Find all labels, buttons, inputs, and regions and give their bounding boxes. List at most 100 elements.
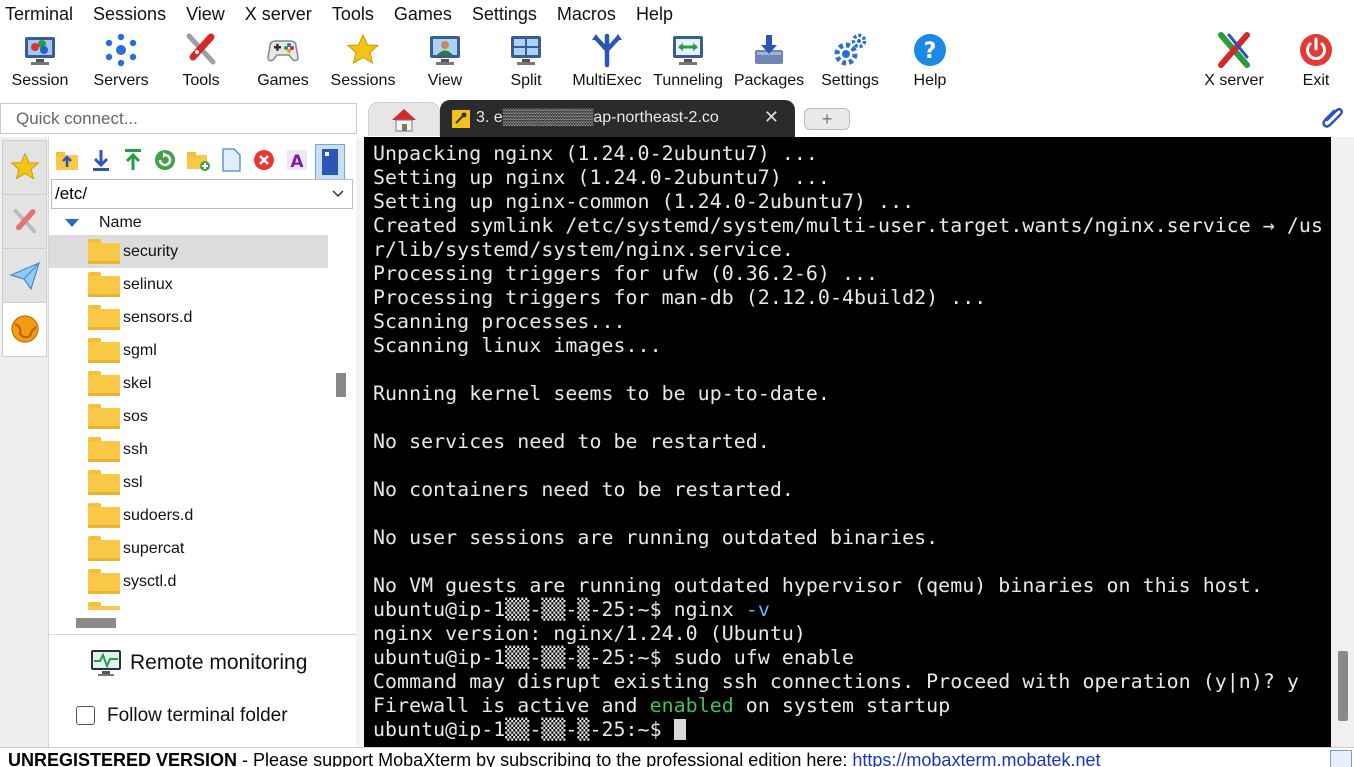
list-item[interactable]: ssl	[49, 466, 328, 499]
help-button[interactable]: ? Help	[890, 30, 970, 94]
download-icon[interactable]	[89, 148, 113, 174]
name-column-label: Name	[99, 214, 142, 231]
command-flag: -v	[745, 598, 770, 621]
sessions-button[interactable]: Sessions	[323, 30, 403, 94]
menu-tools[interactable]: Tools	[327, 0, 379, 28]
close-tab-icon[interactable]: ✕	[764, 107, 779, 128]
terminal-line: Running kernel seems to be up-to-date.	[373, 382, 830, 405]
sort-arrow-icon	[65, 219, 79, 227]
session-button[interactable]: Session	[0, 30, 80, 94]
menu-macros[interactable]: Macros	[552, 0, 621, 28]
tab-session-3[interactable]: 3. e▒▒▒▒▒▒▒▒ap-northeast-2.co ✕	[440, 100, 795, 137]
folder-icon	[88, 536, 120, 561]
session-icon	[22, 32, 58, 68]
list-item[interactable]: ssh	[49, 433, 328, 466]
path-dropdown[interactable]: /etc/	[51, 179, 353, 209]
star-icon	[9, 151, 41, 188]
terminal-scrollbar[interactable]	[1331, 137, 1354, 747]
settings-label: Settings	[821, 72, 879, 89]
menu-help[interactable]: Help	[631, 0, 678, 28]
folder-icon	[88, 371, 120, 396]
delete-icon[interactable]	[252, 148, 276, 174]
folder-icon	[88, 437, 120, 462]
multiexec-button[interactable]: MultiExec	[567, 30, 647, 94]
terminal-scrollbar-thumb[interactable]	[1338, 651, 1348, 721]
sidebar-tab-sftp[interactable]	[2, 302, 47, 357]
list-item[interactable]: skel	[49, 367, 328, 400]
sidebar-tab-macros[interactable]	[2, 248, 47, 303]
sidebar-tab-strip	[0, 137, 49, 747]
refresh-icon[interactable]	[153, 148, 177, 174]
folder-icon	[88, 272, 120, 297]
exit-button[interactable]: Exit	[1276, 30, 1354, 94]
list-item[interactable]: sgml	[49, 334, 328, 367]
servers-label: Servers	[93, 72, 149, 89]
panel-splitter[interactable]	[356, 137, 364, 747]
new-tab-button[interactable]: +	[804, 108, 850, 130]
file-list: security selinux sensors.d sgml skel sos…	[49, 235, 329, 610]
terminal-line: Processing triggers for ufw (0.36.2-6) .…	[373, 262, 879, 285]
menu-sessions[interactable]: Sessions	[88, 0, 171, 28]
name-column-header[interactable]: Name	[49, 210, 329, 236]
ssh-key-icon	[452, 110, 470, 128]
terminal-line: Unpacking nginx (1.24.0-2ubuntu7) ...	[373, 142, 818, 165]
menu-view[interactable]: View	[181, 0, 230, 28]
tools-button[interactable]: Tools	[161, 30, 241, 94]
tools-icon	[11, 207, 39, 242]
list-item[interactable]: supercat	[49, 532, 328, 565]
list-item[interactable]: sos	[49, 400, 328, 433]
home-tab[interactable]	[368, 102, 440, 136]
mobaxterm-link[interactable]: https://mobaxterm.mobatek.net	[852, 750, 1100, 767]
terminal-line: r/lib/systemd/system/nginx.service.	[373, 238, 794, 261]
list-item[interactable]: selinux	[49, 268, 328, 301]
divider	[49, 634, 356, 635]
tunneling-button[interactable]: Tunneling	[648, 30, 728, 94]
menu-games[interactable]: Games	[389, 0, 457, 28]
folder-icon	[88, 305, 120, 330]
unregistered-label: UNREGISTERED VERSION	[8, 750, 238, 767]
svg-text:?: ?	[924, 39, 937, 64]
list-item[interactable]: sensors.d	[49, 301, 328, 334]
rename-icon[interactable]: A	[285, 148, 309, 174]
menu-x-server[interactable]: X server	[240, 0, 317, 28]
remote-monitoring-label: Remote monitoring	[130, 651, 308, 674]
terminal-line: Scanning linux images...	[373, 334, 662, 357]
list-item[interactable]	[49, 598, 328, 610]
split-button[interactable]: Split	[486, 30, 566, 94]
toggle-hidden-files-icon[interactable]	[315, 144, 345, 180]
paperclip-icon[interactable]	[1320, 104, 1346, 130]
new-file-icon[interactable]	[220, 148, 244, 174]
new-folder-icon[interactable]	[186, 148, 210, 174]
menu-settings[interactable]: Settings	[467, 0, 542, 28]
terminal-cursor	[673, 719, 686, 740]
terminal[interactable]: Unpacking nginx (1.24.0-2ubuntu7) ... Se…	[364, 137, 1331, 747]
x-server-icon	[1216, 32, 1252, 68]
x-server-button[interactable]: X server	[1194, 30, 1274, 94]
tools-label: Tools	[182, 72, 220, 89]
terminal-line: Setting up nginx (1.24.0-2ubuntu7) ...	[373, 166, 830, 189]
quick-connect-input[interactable]	[1, 104, 356, 133]
menu-bar: Terminal Sessions View X server Tools Ga…	[0, 0, 1354, 28]
games-button[interactable]: Games	[243, 30, 323, 94]
upload-icon[interactable]	[121, 148, 145, 174]
file-list-horizontal-scrollbar[interactable]	[76, 618, 116, 628]
list-item[interactable]: sysctl.d	[49, 565, 328, 598]
status-text: - Please support MobaXterm by subscribin…	[237, 750, 853, 767]
checkbox[interactable]	[76, 706, 95, 725]
terminal-line: Firewall is active and enabled on system…	[373, 694, 950, 718]
list-item[interactable]: security	[49, 235, 328, 268]
terminal-prompt-line: ubuntu@ip-1▒▒-▒▒-▒-25:~$ nginx -v	[373, 598, 770, 622]
list-item[interactable]: sudoers.d	[49, 499, 328, 532]
parent-folder-icon[interactable]	[55, 148, 79, 174]
view-button[interactable]: View	[405, 30, 485, 94]
sidebar-tab-sessions[interactable]	[2, 140, 47, 195]
menu-terminal[interactable]: Terminal	[0, 0, 78, 28]
svg-text:A: A	[290, 152, 304, 172]
file-browser-toolbar: A	[49, 142, 356, 180]
sidebar-tab-tools[interactable]	[2, 194, 47, 249]
file-list-scrollbar[interactable]	[336, 373, 346, 397]
folder-icon	[88, 470, 120, 495]
packages-button[interactable]: Packages	[729, 30, 809, 94]
servers-button[interactable]: Servers	[81, 30, 161, 94]
settings-button[interactable]: Settings	[810, 30, 890, 94]
